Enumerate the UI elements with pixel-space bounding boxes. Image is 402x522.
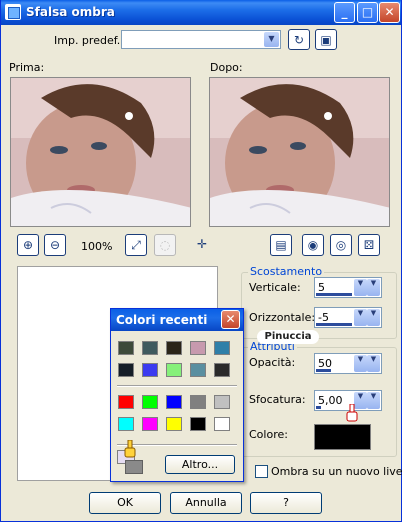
separator [117, 385, 237, 387]
spin-down-icon[interactable]: ▼ [354, 279, 367, 296]
vertical-input[interactable]: 5 ▼ ▼ [314, 277, 382, 298]
fit-view-icon[interactable]: ⤢ [125, 234, 147, 256]
color-swatch[interactable] [166, 341, 182, 355]
title-bar[interactable]: Sfalsa ombra _ □ ✕ [1, 0, 401, 25]
spin-dropdown-icon[interactable]: ▼ [367, 309, 380, 326]
save-preset-icon[interactable]: ▣ [315, 29, 337, 50]
horizontal-label: Orizzontale: [249, 311, 316, 324]
dice-icon[interactable]: ⚄ [358, 234, 380, 256]
watermark-logo: Pinuccia [257, 330, 319, 344]
presets-label: Imp. predef.: [54, 34, 124, 47]
opacity-label: Opacità: [249, 356, 296, 369]
color-swatch[interactable] [142, 363, 158, 377]
opacity-slider[interactable] [316, 369, 331, 372]
color-swatch[interactable] [118, 417, 134, 431]
before-label: Prima: [9, 61, 45, 74]
spin-dropdown-icon[interactable]: ▼ [367, 392, 380, 409]
vertical-label: Verticale: [249, 281, 301, 294]
color-swatch[interactable] [166, 417, 182, 431]
minimize-button[interactable]: _ [334, 2, 355, 23]
color-swatch[interactable] [166, 363, 182, 377]
color-swatch[interactable] [214, 363, 230, 377]
color-swatch[interactable] [214, 417, 230, 431]
randomize-eye-icon[interactable]: ◉ [302, 234, 324, 256]
color-swatch[interactable] [190, 395, 206, 409]
cancel-button[interactable]: Annulla [170, 492, 242, 514]
color-swatch[interactable] [166, 395, 182, 409]
reset-icon[interactable]: ↻ [288, 29, 310, 50]
new-layer-checkbox[interactable] [255, 465, 268, 478]
chevron-down-icon[interactable]: ▼ [264, 32, 279, 47]
popup-close-icon[interactable]: ✕ [221, 310, 240, 329]
recent-colors-popup: Colori recenti ✕ Altro... [110, 308, 244, 482]
blur-label: Sfocatura: [249, 393, 306, 406]
preview-eye-icon[interactable]: ◎ [330, 234, 352, 256]
dialog-window: Sfalsa ombra _ □ ✕ Imp. predef.: ▼ ↻ ▣ P… [0, 0, 402, 522]
move-icon[interactable]: ✛ [191, 234, 213, 256]
color-swatch[interactable] [142, 341, 158, 355]
color-swatch[interactable] [214, 395, 230, 409]
horizontal-input[interactable]: -5 ▼ ▼ [314, 307, 382, 328]
popup-title-bar[interactable]: Colori recenti ✕ [111, 309, 243, 331]
color-swatch[interactable] [190, 363, 206, 377]
presets-select[interactable]: ▼ [121, 30, 281, 49]
pointing-hand-icon [124, 440, 136, 458]
spin-down-icon[interactable]: ▼ [354, 355, 367, 372]
after-label: Dopo: [210, 61, 243, 74]
spin-down-icon[interactable]: ▼ [354, 309, 367, 326]
color-swatch[interactable] [190, 417, 206, 431]
close-button[interactable]: ✕ [379, 2, 400, 23]
new-layer-label: Ombra su un nuovo livello [271, 465, 402, 478]
pointing-hand-icon [346, 404, 358, 422]
horizontal-slider[interactable] [316, 323, 352, 326]
help-button[interactable]: ? [250, 492, 322, 514]
spin-dropdown-icon[interactable]: ▼ [367, 355, 380, 372]
blur-slider[interactable] [316, 406, 321, 409]
color-swatch[interactable] [190, 341, 206, 355]
ok-button[interactable]: OK [89, 492, 161, 514]
opacity-input[interactable]: 50 ▼ ▼ [314, 353, 382, 374]
vertical-slider[interactable] [316, 293, 352, 296]
lock-icon: ◌ [154, 234, 176, 256]
offset-legend: Scostamento [248, 265, 325, 278]
more-colors-button[interactable]: Altro... [165, 455, 235, 474]
color-swatch[interactable] [142, 417, 158, 431]
window-title: Sfalsa ombra [26, 5, 115, 19]
before-preview-image [10, 77, 191, 227]
popup-title: Colori recenti [116, 313, 208, 327]
zoom-out-icon[interactable]: ⊖ [44, 234, 66, 256]
color-swatch[interactable] [118, 341, 134, 355]
shadow-color-swatch[interactable] [314, 424, 371, 450]
proof-preview-icon[interactable]: ▤ [270, 234, 292, 256]
background-color-swatch[interactable] [125, 460, 143, 474]
color-swatch[interactable] [118, 395, 134, 409]
spin-dropdown-icon[interactable]: ▼ [367, 279, 380, 296]
zoom-in-icon[interactable]: ⊕ [17, 234, 39, 256]
zoom-level: 100% [81, 240, 113, 253]
after-preview-image [209, 77, 390, 227]
app-icon [5, 4, 21, 20]
color-label: Colore: [249, 428, 288, 441]
blur-value: 5,00 [318, 394, 343, 407]
color-swatch[interactable] [214, 341, 230, 355]
color-swatch[interactable] [118, 363, 134, 377]
color-swatch[interactable] [142, 395, 158, 409]
maximize-button[interactable]: □ [357, 2, 378, 23]
